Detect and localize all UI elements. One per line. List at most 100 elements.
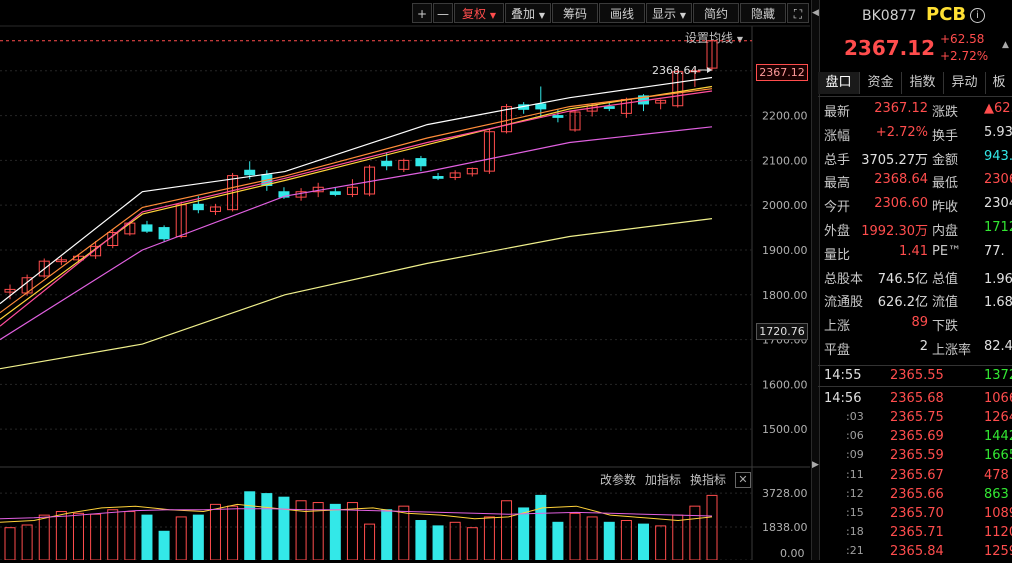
volume-bar: [449, 521, 461, 560]
volume-tick-label: 3728.00: [762, 487, 808, 500]
tick-time: :11: [846, 467, 864, 481]
volume-bar: [518, 507, 530, 560]
candle-body: [141, 224, 153, 232]
price-tick-label: 1600.00: [762, 378, 808, 391]
candle-body: [535, 103, 547, 110]
quote-row: 最新 2367.12 涨跌 ▲62.: [818, 101, 1012, 120]
tick-time: :15: [846, 505, 864, 519]
candle-body: [552, 115, 564, 118]
tab-zijin[interactable]: 资金: [860, 72, 902, 94]
tick-time: 14:56: [824, 391, 862, 407]
quote-row-value: 626.2亿: [877, 295, 928, 311]
crosshair-price-tag: 1720.76: [756, 323, 808, 340]
price-tick-label: 2000.00: [762, 199, 808, 212]
volume-bar: [21, 524, 33, 560]
volume-bar: [466, 527, 478, 560]
quote-row-label: 涨幅: [824, 128, 851, 144]
quote-row-value: 746.5亿: [877, 271, 928, 287]
quote-tabs: 盘口 资金 指数 异动 板: [818, 0, 1012, 100]
tick-volume: 1372: [984, 368, 1012, 383]
tick-time: :12: [846, 486, 864, 500]
tab-zhishu[interactable]: 指数: [902, 72, 944, 94]
tick-price: 2365.70: [890, 505, 944, 521]
tick-volume: 1259: [984, 543, 1012, 559]
volume-bar: [483, 516, 495, 560]
tick-row: :12 2365.66 863: [818, 487, 1012, 506]
tab-ban[interactable]: 板: [986, 72, 1012, 94]
quote-row: 外盘 1992.30万内盘 1712.97: [818, 220, 1012, 239]
quote-row-label: 最高: [824, 176, 851, 192]
quote-row-value: 1.96万: [984, 271, 1012, 287]
volume-bar: [175, 516, 187, 560]
close-icon[interactable]: ✕: [735, 472, 751, 488]
quote-row-value: 1992.30万: [861, 224, 928, 239]
price-tick-label: 1500.00: [762, 423, 808, 436]
volume-bar: [278, 496, 290, 560]
volume-bar: [535, 494, 547, 560]
quote-row-label: PE™: [932, 243, 962, 259]
volume-bar: [415, 520, 427, 560]
volume-bar: [261, 493, 273, 560]
volume-bar: [689, 505, 701, 560]
volume-bar: [227, 505, 239, 560]
volume-bar: [706, 494, 718, 560]
tick-row: 14:56 2365.68 1066: [818, 391, 1012, 410]
tick-price: 2365.67: [890, 467, 944, 483]
quote-row-label: 内盘: [932, 224, 959, 239]
price-tick-label: 2200.00: [762, 110, 808, 123]
volume-bar: [638, 523, 650, 560]
change-params-button[interactable]: 改参数: [600, 471, 636, 488]
quote-row: 今开 2306.60昨收 2304.: [818, 196, 1012, 215]
tab-yidong[interactable]: 异动: [944, 72, 986, 94]
volume-bar: [141, 514, 153, 560]
volume-bar: [346, 502, 358, 560]
quote-row-value: 2304.: [984, 196, 1012, 212]
volume-bar: [364, 523, 376, 560]
volume-bar: [90, 513, 102, 560]
volume-bar: [107, 509, 119, 560]
tick-time: :06: [846, 429, 864, 443]
volume-bar: [72, 512, 84, 560]
tick-time: 14:55: [824, 368, 862, 383]
tick-price: 2365.59: [890, 448, 944, 464]
tick-price: 2365.84: [890, 543, 944, 559]
volume-bar: [398, 505, 410, 560]
tick-row: :18 2365.71 1120: [818, 525, 1012, 544]
quote-row: 总股本 746.5亿总值 1.96万: [818, 268, 1012, 287]
quote-row-label: 流值: [932, 295, 959, 311]
tick-row: :03 2365.75 1264: [818, 410, 1012, 429]
tick-volume: 1442: [984, 429, 1012, 445]
volume-bar: [603, 521, 615, 560]
tick-row: :09 2365.59 1665: [818, 448, 1012, 467]
current-price-tag: 2367.12: [756, 64, 808, 81]
tick-row: :11 2365.67 478: [818, 468, 1012, 487]
quote-row-value: 1.41: [899, 243, 928, 259]
quote-row: 涨幅 +2.72% 换手 5.93: [818, 125, 1012, 144]
quote-row-value: +2.72%: [875, 124, 928, 140]
add-indicator-button[interactable]: 加指标: [645, 471, 681, 488]
tick-volume: 478: [984, 467, 1009, 483]
quote-row-label: 昨收: [932, 200, 959, 216]
ma-line-ma10: [0, 85, 713, 320]
quote-row: 上涨 89 下跌: [818, 315, 1012, 334]
volume-bar: [329, 503, 341, 560]
tick-volume: 1264: [984, 410, 1012, 426]
volume-bar: [655, 525, 667, 560]
quote-row-value: 82.4: [984, 339, 1012, 354]
volume-bar: [586, 516, 598, 560]
price-tick-label: 2100.00: [762, 154, 808, 167]
quote-row-label: 流通股: [824, 295, 864, 311]
tick-row: 14:55 2365.55 1372: [818, 368, 1012, 387]
tick-volume: 1120: [984, 524, 1012, 540]
switch-indicator-button[interactable]: 换指标: [690, 471, 726, 488]
volume-bar: [158, 530, 170, 560]
tick-time: :09: [846, 448, 864, 462]
tab-pankou[interactable]: 盘口: [818, 72, 860, 94]
quote-row-value: 2367.12: [874, 101, 928, 116]
tick-price: 2365.71: [890, 524, 944, 540]
ma-line-ma5: [0, 76, 713, 305]
quote-row-label: 涨跌: [932, 105, 959, 120]
tick-row: :21 2365.84 1259: [818, 544, 1012, 563]
candle-body: [192, 203, 204, 211]
candle-body: [415, 158, 427, 167]
